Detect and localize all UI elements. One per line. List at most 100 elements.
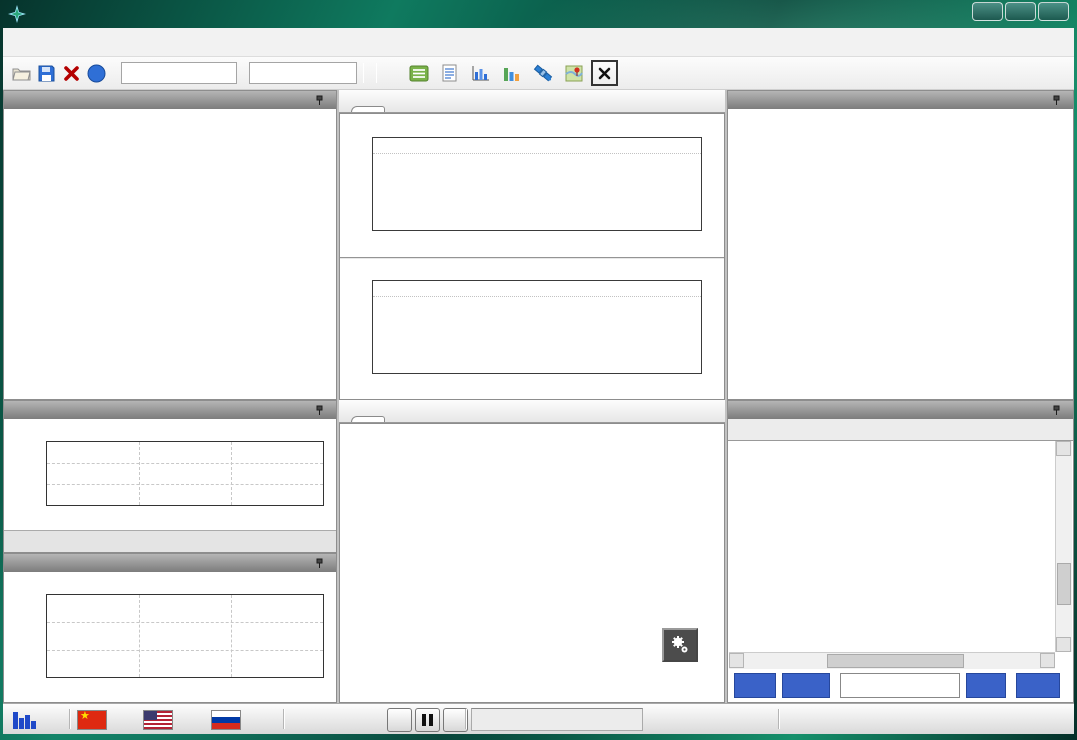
console-tabs — [728, 419, 1073, 441]
information-panel-body — [4, 109, 336, 399]
save-button[interactable] — [34, 61, 59, 86]
speed-panel-body — [4, 572, 336, 702]
gps-flag-icon — [143, 710, 173, 730]
tab-map[interactable] — [351, 416, 385, 422]
height-panel — [3, 400, 337, 553]
scroll-up-icon[interactable] — [1056, 441, 1071, 456]
gridline — [373, 153, 701, 154]
red-x-icon — [63, 65, 80, 82]
information-fields — [4, 109, 336, 399]
play-button[interactable] — [387, 708, 412, 732]
skyplot-panel-header — [728, 91, 1073, 109]
pin-icon[interactable] — [315, 95, 324, 106]
scroll-down-icon[interactable] — [1056, 637, 1071, 652]
position-view-button[interactable] — [498, 60, 525, 87]
log-document-button[interactable] — [436, 60, 463, 87]
pin-icon[interactable] — [315, 558, 324, 569]
pin-icon[interactable] — [315, 405, 324, 416]
information-panel — [3, 90, 337, 400]
workspace — [3, 90, 1074, 703]
cn0-tabbar — [339, 90, 725, 113]
tdmonitor-window — [0, 0, 1077, 740]
console-panel — [727, 400, 1074, 703]
baudrate-combobox[interactable] — [249, 62, 357, 84]
help-button[interactable] — [84, 61, 109, 86]
title-bar[interactable] — [0, 0, 1077, 28]
tab-cn0[interactable] — [351, 106, 385, 112]
chart-title — [4, 419, 336, 440]
speed-chart — [4, 572, 336, 702]
x-axis — [46, 680, 324, 700]
pause-icon — [422, 714, 433, 726]
lock-button[interactable] — [734, 673, 776, 698]
position-chart-icon — [502, 65, 521, 82]
disconnect-button[interactable] — [59, 61, 84, 86]
clear-button[interactable] — [782, 673, 830, 698]
y-axis — [4, 594, 42, 678]
plot-area — [372, 137, 702, 231]
message-list-icon — [409, 65, 429, 82]
x-axis — [46, 508, 324, 528]
pin-icon[interactable] — [1052, 95, 1061, 106]
gps-cn0-chart — [340, 116, 724, 253]
map-view-button[interactable] — [560, 60, 587, 87]
close-views-button[interactable] — [591, 60, 618, 86]
map-settings-button[interactable] — [662, 628, 698, 662]
cn0-view-button[interactable] — [467, 60, 494, 87]
map-body — [339, 423, 725, 703]
menu-bar — [3, 28, 1074, 57]
x-axis — [372, 376, 702, 396]
skyplot-satellite-icon — [533, 64, 553, 82]
console-panel-header — [728, 401, 1073, 419]
message-list-button[interactable] — [405, 60, 432, 87]
progress-indicator — [471, 708, 643, 731]
y-axis — [344, 137, 372, 231]
help-icon — [87, 64, 106, 83]
close-views-icon — [597, 66, 612, 81]
vertical-scrollbar[interactable] — [1055, 441, 1072, 652]
toolbar — [3, 57, 1074, 90]
close-button[interactable] — [1038, 2, 1069, 21]
skyplot-chart — [728, 109, 1073, 399]
send-button[interactable] — [1016, 673, 1060, 698]
port-combobox[interactable] — [121, 62, 237, 84]
plot-area — [372, 280, 702, 374]
maximize-button[interactable] — [1005, 2, 1036, 21]
plot-area — [46, 441, 324, 506]
save-floppy-icon — [38, 65, 55, 82]
scrollbar-thumb[interactable] — [1057, 563, 1071, 605]
xor-button[interactable] — [966, 673, 1006, 698]
beidou-flag-icon — [77, 710, 107, 730]
log-document-icon — [442, 64, 457, 82]
minimize-button[interactable] — [972, 2, 1003, 21]
height-panel-body — [4, 419, 336, 552]
scrollbar-thumb[interactable] — [827, 654, 964, 668]
bd-cn0-chart — [340, 257, 724, 396]
status-bar — [3, 703, 1074, 734]
cn0-panel — [339, 90, 725, 400]
command-input[interactable] — [840, 673, 960, 698]
series-tabs — [4, 530, 336, 552]
map-panel — [339, 400, 725, 703]
nmea-log[interactable] — [729, 441, 1055, 652]
skyplot-view-button[interactable] — [529, 60, 556, 87]
open-file-button[interactable] — [9, 61, 34, 86]
x-axis — [372, 233, 702, 253]
console-buttons — [728, 672, 1073, 699]
scroll-right-icon[interactable] — [1040, 653, 1055, 668]
pause-button[interactable] — [415, 708, 440, 732]
horizontal-scrollbar[interactable] — [729, 652, 1055, 669]
app-logo-icon — [8, 5, 26, 23]
client-area — [3, 28, 1074, 734]
cn0-chart-icon — [471, 65, 490, 82]
toolbar-separator — [363, 63, 364, 83]
y-axis — [344, 280, 372, 374]
window-controls — [972, 2, 1069, 21]
y-axis — [4, 441, 42, 506]
scroll-left-icon[interactable] — [729, 653, 744, 668]
information-panel-header — [4, 91, 336, 109]
chart-title — [4, 572, 336, 593]
height-panel-header — [4, 401, 336, 419]
pin-icon[interactable] — [1052, 405, 1061, 416]
map-icon — [565, 64, 583, 82]
